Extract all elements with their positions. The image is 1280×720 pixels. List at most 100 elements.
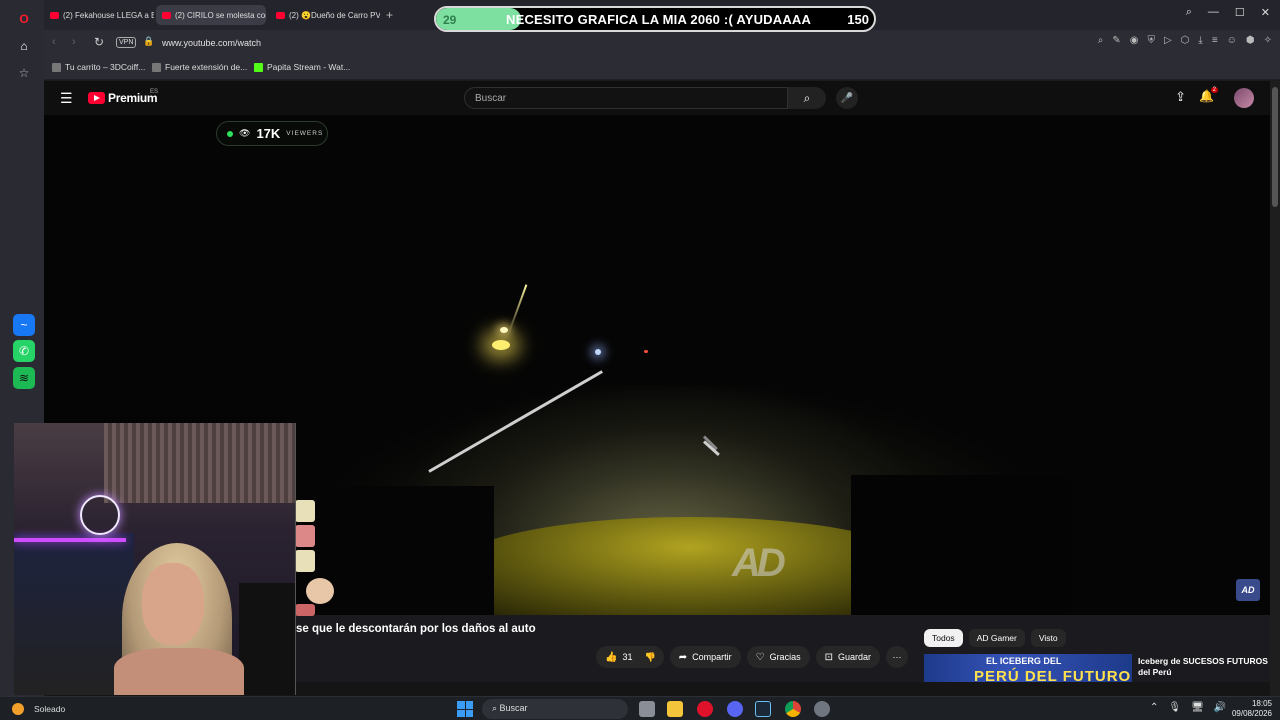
home-icon[interactable]: ⌂: [13, 35, 35, 57]
like-button[interactable]: 👍 31: [596, 646, 637, 668]
share-button[interactable]: ➦ Compartir: [669, 646, 741, 668]
recommended-title[interactable]: Iceberg de SUCESOS FUTUROS del Perú: [1138, 656, 1270, 678]
thumbnail-text: EL ICEBERG DEL: [986, 656, 1062, 666]
messenger-icon[interactable]: ~: [13, 314, 35, 336]
blue-light: [595, 349, 601, 355]
oncoming-headlight: [500, 327, 508, 333]
emote-icon: [295, 525, 315, 547]
recommended-thumbnail[interactable]: EL ICEBERG DEL PERÚ DEL FUTURO: [924, 654, 1132, 685]
star-icon[interactable]: ☆: [13, 62, 35, 84]
windows-start-icon[interactable]: [457, 701, 473, 717]
maximize-icon[interactable]: ☐: [1235, 6, 1245, 19]
weather-label[interactable]: Soleado: [34, 704, 65, 714]
chip-watched[interactable]: Visto: [1030, 629, 1066, 647]
url-field[interactable]: www.youtube.com/watch: [162, 38, 261, 48]
file-explorer-icon[interactable]: [667, 701, 683, 717]
scrollbar[interactable]: [1270, 81, 1280, 696]
volume-icon[interactable]: 🔊: [1214, 702, 1226, 713]
emote-icon: [295, 550, 315, 572]
search-input[interactable]: Buscar: [464, 87, 788, 109]
avatar[interactable]: [1234, 88, 1254, 108]
live-dot: [227, 130, 233, 137]
spotify-icon[interactable]: ≋: [13, 367, 35, 389]
bookmark-item[interactable]: Tu carrito – 3DCoiff...: [52, 62, 145, 72]
donation-goal-bar: 29 NECESITO GRAFICA LA MIA 2060 :( AYUDA…: [434, 6, 876, 32]
youtube-premium-logo[interactable]: Premium: [88, 91, 158, 105]
ai-icon[interactable]: ✧: [1264, 35, 1272, 46]
share-icon: ➦: [678, 651, 688, 663]
close-icon[interactable]: ✕: [1261, 6, 1270, 19]
save-button[interactable]: ⊡ Guardar: [815, 646, 880, 668]
viewers-counter: 👁 17K VIEWERS: [216, 121, 328, 146]
extension-icons: ⌕ ✎ ◉ ⛨ ▷ ⬡ ⤓ ≡ ☺ ⬢ ✧: [1098, 35, 1272, 46]
notification-count: 2: [1210, 87, 1218, 93]
viewers-count: 17K: [256, 126, 281, 141]
download-icon[interactable]: ⤓: [1198, 35, 1202, 46]
zoom-icon[interactable]: ⌕: [1098, 35, 1104, 46]
reload-icon[interactable]: ↻: [94, 35, 104, 49]
more-options-icon[interactable]: ···: [886, 646, 908, 668]
vpn-badge[interactable]: VPN: [116, 37, 137, 48]
youtube-icon: [50, 11, 59, 19]
chip-all[interactable]: Todos: [924, 629, 963, 647]
clock[interactable]: 18:05 09/08/2026: [1226, 699, 1272, 719]
bookmark-item[interactable]: Fuerte extensión de...: [152, 62, 247, 72]
video-title: se que le descontarán por los daños al a…: [296, 623, 536, 635]
bookmark-item[interactable]: Papita Stream - Wat...: [254, 62, 350, 72]
task-view-icon[interactable]: [639, 701, 655, 717]
minimize-icon[interactable]: —: [1208, 6, 1219, 19]
steam-icon[interactable]: [755, 701, 771, 717]
goal-target-value: 150: [847, 12, 869, 27]
oncoming-headlight: [492, 340, 510, 350]
shield-icon[interactable]: ⛨: [1147, 35, 1155, 46]
video-actions: 👍 31 👎 ➦ Compartir ♡ Gracias ⊡ Guardar ···: [596, 646, 908, 668]
new-tab-icon[interactable]: +: [386, 8, 393, 22]
chip-ad-gamer[interactable]: AD Gamer: [968, 629, 1025, 647]
chevron-up-icon[interactable]: ⌃: [1150, 702, 1158, 713]
menu-icon[interactable]: ≡: [1212, 35, 1218, 46]
settings-icon[interactable]: [814, 701, 830, 717]
chrome-icon[interactable]: [785, 701, 801, 717]
like-count: 31: [622, 652, 633, 662]
microphone-icon[interactable]: 🎙: [1168, 702, 1181, 713]
edit-icon[interactable]: ✎: [1112, 35, 1120, 46]
microphone-icon[interactable]: 🎤: [836, 87, 858, 109]
browser-tab[interactable]: (2) Fekahouse LLEGA a Bo: [44, 5, 154, 25]
whatsapp-icon[interactable]: ✆: [13, 340, 35, 362]
browser-tab-active[interactable]: (2) CIRILO se molesta con: [156, 5, 266, 25]
forward-icon[interactable]: ›: [72, 36, 76, 48]
channel-badge[interactable]: AD: [1236, 579, 1260, 601]
cube-icon[interactable]: ⬢: [1246, 35, 1255, 46]
thanks-button[interactable]: ♡ Gracias: [746, 646, 810, 668]
kick-icon: [254, 62, 263, 72]
back-icon[interactable]: ‹: [52, 36, 56, 48]
scroll-thumb[interactable]: [1272, 87, 1278, 207]
hamburger-menu-icon[interactable]: ☰: [60, 90, 73, 107]
taskbar-search[interactable]: ⌕ Buscar: [482, 699, 628, 719]
bookmarks-bar: Tu carrito – 3DCoiff... Fuerte extensión…: [44, 56, 1280, 80]
lock-icon[interactable]: 🔒: [143, 36, 154, 47]
opera-logo-icon[interactable]: O: [13, 8, 35, 30]
play-icon[interactable]: ▷: [1164, 35, 1172, 46]
profile-icon[interactable]: ☺: [1227, 35, 1237, 46]
sun-icon[interactable]: [12, 703, 24, 715]
goal-title: NECESITO GRAFICA LA MIA 2060 :( AYUDAAAA: [506, 12, 812, 27]
viewers-label: VIEWERS: [286, 130, 324, 137]
tab-label: (2) 😮Dueño de Carro PV: [289, 10, 380, 20]
bookmark-label: Papita Stream - Wat...: [267, 62, 351, 72]
discord-icon[interactable]: [727, 701, 743, 717]
eye-icon: 👁: [239, 128, 251, 138]
thanks-icon: ♡: [755, 651, 765, 663]
network-icon[interactable]: 🖥: [1191, 702, 1204, 713]
system-tray: ⌃ 🎙 🖥 🔊: [1150, 702, 1226, 713]
streamer-face: [142, 563, 204, 645]
search-icon[interactable]: ⌕: [788, 87, 826, 109]
gaming-chair: [239, 583, 295, 695]
extensions-icon[interactable]: ⬡: [1181, 35, 1190, 46]
browser-search-icon[interactable]: ⌕: [1186, 6, 1192, 19]
dislike-button[interactable]: 👎: [636, 646, 664, 668]
opera-gx-icon[interactable]: [697, 701, 713, 717]
browser-tab[interactable]: (2) 😮Dueño de Carro PV: [270, 5, 380, 25]
upload-icon[interactable]: ⇪: [1175, 89, 1186, 105]
camera-icon[interactable]: ◉: [1130, 35, 1139, 46]
